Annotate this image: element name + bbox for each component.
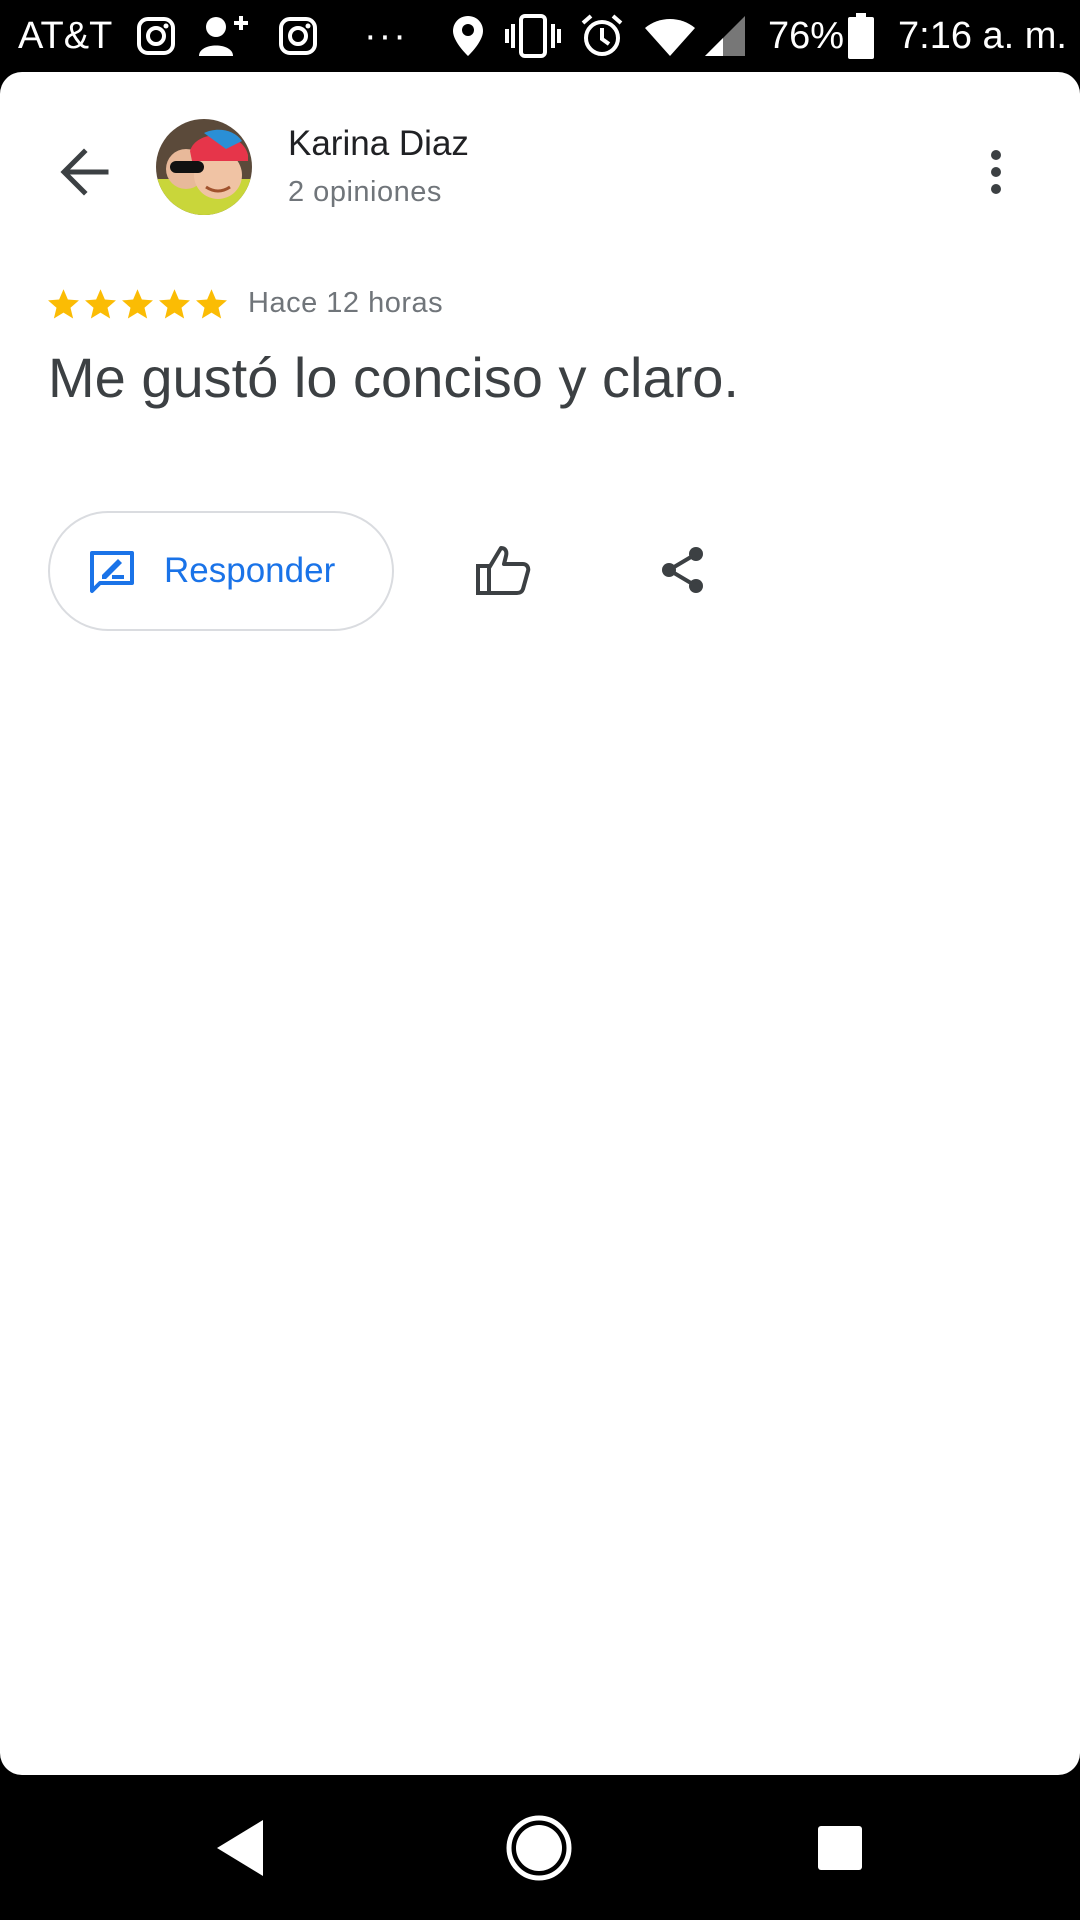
star-icon (196, 288, 227, 318)
nav-back-button[interactable] (195, 1805, 285, 1895)
reviewer-review-count: 2 opiniones (288, 176, 442, 208)
reply-icon (88, 549, 136, 597)
star-icon (85, 288, 116, 318)
more-notifications-indicator: ··· (364, 15, 408, 57)
more-options-button[interactable] (966, 134, 1026, 214)
review-card: Karina Diaz 2 opiniones Hace 12 horas Me… (0, 72, 1080, 1775)
like-button[interactable] (468, 537, 538, 607)
star-icon (48, 288, 79, 318)
star-icon (159, 288, 190, 318)
battery-icon (846, 12, 876, 60)
thumb-up-icon (475, 544, 531, 601)
star-rating (46, 284, 229, 324)
avatar[interactable] (156, 119, 252, 215)
status-bar: AT&T ··· 76% 7:16 a. m. (0, 0, 1080, 72)
more-vert-icon (990, 149, 1002, 200)
reviewer-name[interactable]: Karina Diaz (288, 124, 469, 164)
battery-percent: 76% (768, 15, 845, 57)
square-recents-icon (817, 1825, 863, 1876)
triangle-back-icon (213, 1818, 267, 1883)
vibrate-icon (504, 12, 562, 60)
share-icon (660, 545, 706, 600)
nav-recents-button[interactable] (795, 1805, 885, 1895)
circle-home-icon (504, 1813, 574, 1888)
wifi-icon (642, 12, 698, 60)
reply-button[interactable]: Responder (48, 511, 394, 631)
arrow-back-icon (58, 147, 110, 201)
instagram-icon (276, 12, 320, 60)
share-button[interactable] (648, 537, 718, 607)
location-icon (448, 12, 488, 60)
carrier-label: AT&T (18, 15, 113, 57)
nav-home-button[interactable] (494, 1805, 584, 1895)
add-person-icon (196, 12, 252, 60)
clock: 7:16 a. m. (898, 15, 1067, 57)
signal-icon (702, 12, 748, 60)
reply-label: Responder (164, 551, 336, 590)
review-timestamp: Hace 12 horas (248, 287, 444, 319)
alarm-icon (578, 12, 626, 60)
back-button[interactable] (44, 134, 124, 214)
review-text: Me gustó lo conciso y claro. (48, 346, 739, 409)
instagram-icon (134, 12, 178, 60)
star-icon (122, 288, 153, 318)
navigation-bar (0, 1775, 1080, 1920)
